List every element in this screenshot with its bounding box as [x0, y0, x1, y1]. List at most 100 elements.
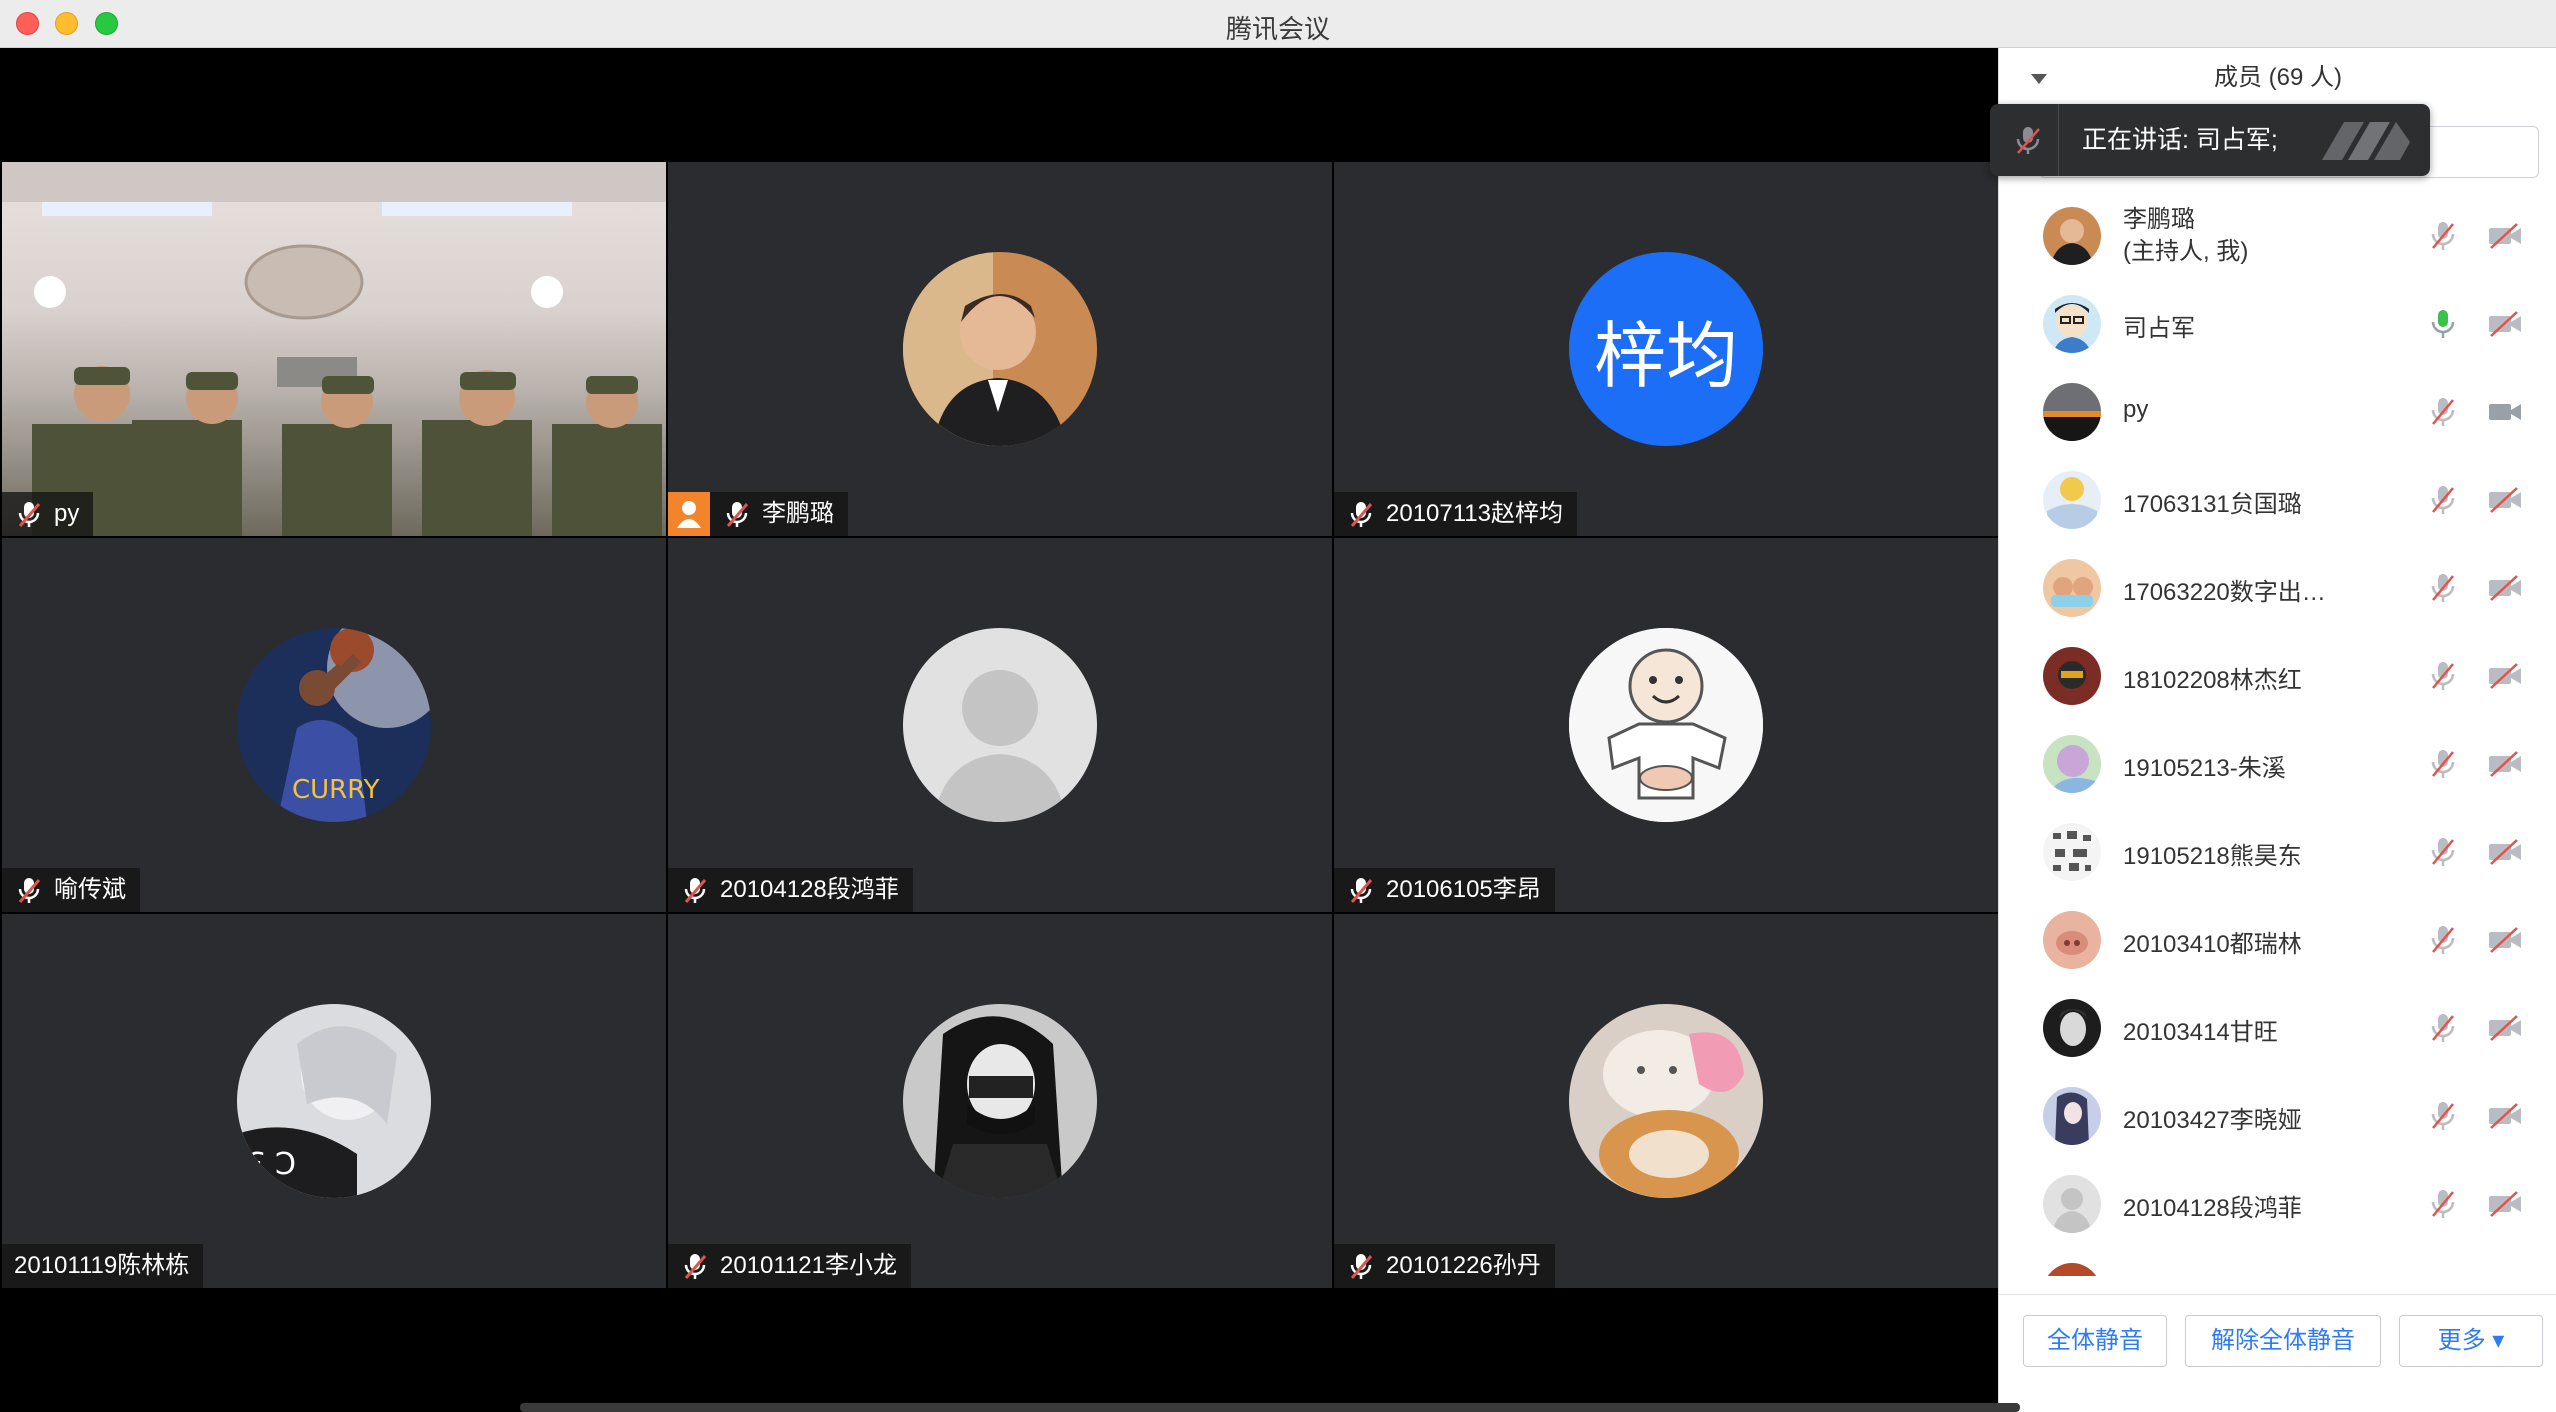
avatar: [2043, 295, 2101, 353]
unmute-all-button[interactable]: 解除全体静音: [2185, 1315, 2381, 1367]
member-name: py: [2123, 396, 2149, 423]
camera-off-icon[interactable]: [2487, 310, 2523, 338]
camera-off-icon[interactable]: [2487, 662, 2523, 690]
participant-name: 20101119陈林栋: [14, 1252, 190, 1279]
avatar: [2043, 559, 2101, 617]
avatar: [903, 252, 1097, 446]
mic-active-icon[interactable]: [2429, 308, 2457, 340]
video-tile[interactable]: 20101226孙丹: [1334, 914, 1998, 1288]
divider: [2058, 104, 2059, 176]
mic-muted-icon: [18, 878, 41, 903]
participant-name-tag: 20101226孙丹: [1334, 1244, 1555, 1288]
video-tile[interactable]: 梓均 20107113赵梓均: [1334, 162, 1998, 536]
member-row[interactable]: py: [1999, 368, 2556, 456]
avatar: [2043, 735, 2101, 793]
avatar: [2043, 1087, 2101, 1145]
members-count: 成员 (69 人): [2213, 64, 2342, 91]
avatar: [2043, 999, 2101, 1057]
video-tile[interactable]: 20101121李小龙: [668, 914, 1332, 1288]
participant-name-tag: 20104128段鸿菲: [668, 868, 913, 912]
member-name: 20104128段鸿菲: [2123, 1195, 2302, 1222]
member-row[interactable]: 17063220数字出…: [1999, 544, 2556, 632]
member-row[interactable]: 20104128段鸿菲: [1999, 1160, 2556, 1248]
avatar: [1569, 628, 1763, 822]
participant-name-tag: py: [2, 492, 94, 536]
camera-off-icon[interactable]: [2487, 926, 2523, 954]
member-name: 20103410都瑞林: [2123, 931, 2302, 958]
collapse-arrow-icon[interactable]: [2031, 74, 2047, 84]
participant-name-tag: 20101121李小龙: [668, 1244, 911, 1288]
mic-muted-icon: [726, 502, 749, 527]
participant-name-tag: 20101119陈林栋: [2, 1244, 204, 1288]
mic-muted-icon[interactable]: [2429, 660, 2457, 692]
mute-all-button[interactable]: 全体静音: [2023, 1315, 2167, 1367]
mic-muted-icon[interactable]: [2429, 220, 2457, 252]
mic-muted-icon[interactable]: [2429, 396, 2457, 428]
avatar: [2043, 1263, 2101, 1276]
more-button[interactable]: 更多 ▾: [2399, 1315, 2543, 1367]
mic-muted-icon[interactable]: [2429, 748, 2457, 780]
participant-name-tag: 喻传斌: [2, 868, 140, 912]
member-row[interactable]: 20103410都瑞林: [1999, 896, 2556, 984]
mic-muted-icon: [684, 1254, 707, 1279]
camera-off-icon[interactable]: [2487, 750, 2523, 778]
camera-off-icon[interactable]: [2487, 486, 2523, 514]
mic-muted-icon[interactable]: [2429, 924, 2457, 956]
member-name: 司占军: [2123, 315, 2195, 342]
video-tile[interactable]: 20104128段鸿菲: [668, 538, 1332, 912]
member-row[interactable]: 20103414甘旺: [1999, 984, 2556, 1072]
member-name: 18102208林杰红: [2123, 667, 2302, 694]
member-row[interactable]: 司占军: [1999, 280, 2556, 368]
avatar: [2043, 823, 2101, 881]
video-tile[interactable]: CURRY 喻传斌: [2, 538, 666, 912]
avatar: [2043, 647, 2101, 705]
mic-muted-icon: [684, 878, 707, 903]
horizontal-scrollbar[interactable]: [520, 1403, 2020, 1412]
participant-name: 20106105李昂: [1386, 876, 1541, 903]
member-row[interactable]: [1999, 1248, 2556, 1276]
members-header: 成员 (69 人): [1999, 48, 2556, 108]
camera-off-icon[interactable]: [2487, 1014, 2523, 1042]
video-grid: py 李鹏璐 梓均 20107113赵梓均 CURRY 喻传斌 20104128…: [0, 48, 1998, 1412]
member-name: 17063220数字出…: [2123, 579, 2326, 606]
video-tile[interactable]: 李鹏璐: [668, 162, 1332, 536]
camera-off-icon[interactable]: [2487, 574, 2523, 602]
member-name: 19105213-朱溪: [2123, 755, 2286, 782]
video-tile[interactable]: Ɛ Ↄ 20101119陈林栋: [2, 914, 666, 1288]
member-list[interactable]: 李鹏璐 (主持人, 我) 司占军 py 17063131贠国璐 17063220…: [1999, 192, 2556, 1276]
mic-muted-icon[interactable]: [2429, 1188, 2457, 1220]
host-badge-icon: [668, 492, 710, 536]
member-row[interactable]: 李鹏璐 (主持人, 我): [1999, 192, 2556, 280]
mic-muted-icon[interactable]: [2012, 124, 2044, 156]
avatar: [2043, 383, 2101, 441]
mic-muted-icon: [18, 502, 41, 527]
camera-feed: [2, 162, 666, 536]
participant-name: 李鹏璐: [762, 500, 834, 527]
camera-off-icon[interactable]: [2487, 1102, 2523, 1130]
avatar: [2043, 911, 2101, 969]
mic-muted-icon[interactable]: [2429, 572, 2457, 604]
participant-name: 20101121李小龙: [720, 1252, 897, 1279]
member-row[interactable]: 19105218熊昊东: [1999, 808, 2556, 896]
camera-off-icon[interactable]: [2487, 1190, 2523, 1218]
video-tile[interactable]: py: [2, 162, 666, 536]
member-row[interactable]: 18102208林杰红: [1999, 632, 2556, 720]
member-name: 20103414甘旺: [2123, 1019, 2278, 1046]
camera-on-icon[interactable]: [2487, 398, 2523, 426]
mic-muted-icon[interactable]: [2429, 1100, 2457, 1132]
member-name: 20103427李晓娅: [2123, 1107, 2302, 1134]
camera-off-icon[interactable]: [2487, 838, 2523, 866]
initials-avatar: 梓均: [1569, 252, 1763, 446]
mic-muted-icon[interactable]: [2429, 836, 2457, 868]
mic-muted-icon[interactable]: [2429, 484, 2457, 516]
camera-off-icon[interactable]: [2487, 222, 2523, 250]
avatar: [2043, 207, 2101, 265]
mic-muted-icon[interactable]: [2429, 1012, 2457, 1044]
video-tile[interactable]: 20106105李昂: [1334, 538, 1998, 912]
mic-muted-icon: [1350, 1254, 1373, 1279]
member-row[interactable]: 20103427李晓娅: [1999, 1072, 2556, 1160]
avatar: [2043, 471, 2101, 529]
mic-muted-icon: [1350, 502, 1373, 527]
member-row[interactable]: 17063131贠国璐: [1999, 456, 2556, 544]
member-row[interactable]: 19105213-朱溪: [1999, 720, 2556, 808]
